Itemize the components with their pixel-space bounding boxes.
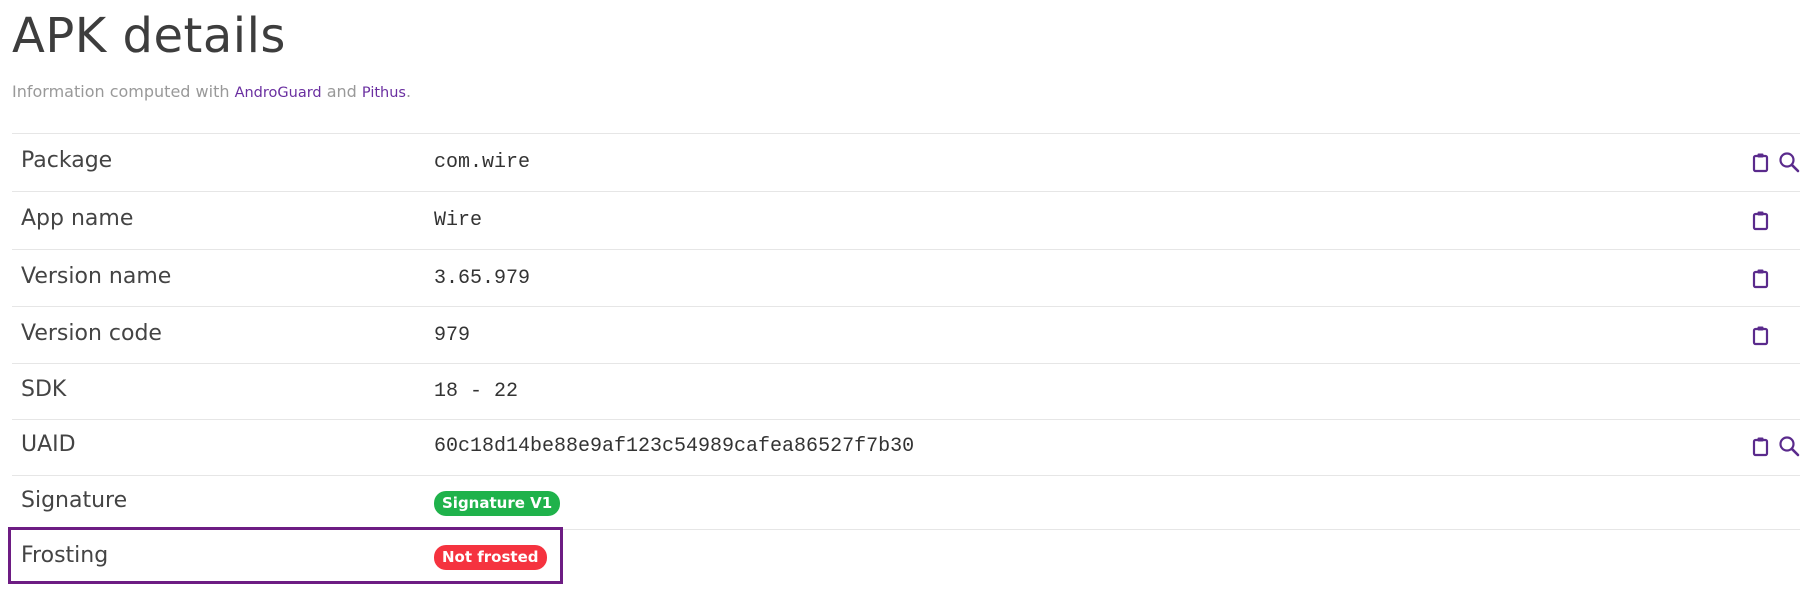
row-label: App name: [21, 206, 134, 231]
subtitle-prefix: Information computed with: [12, 82, 235, 101]
row-label: Version code: [21, 321, 162, 346]
clipboard-icon[interactable]: [1750, 209, 1772, 231]
search-icon[interactable]: [1778, 435, 1800, 457]
clipboard-icon[interactable]: [1750, 435, 1772, 457]
row-value: 979: [434, 324, 471, 347]
frosting-badge: Not frosted: [434, 545, 547, 570]
row-value: 18 - 22: [434, 380, 519, 403]
clipboard-icon[interactable]: [1750, 267, 1772, 289]
pithus-link[interactable]: Pithus: [362, 85, 406, 101]
table-row-package: Package com.wire: [12, 134, 1800, 192]
row-value: com.wire: [434, 151, 531, 174]
row-label: Version name: [21, 264, 172, 289]
table-row-version-name: Version name 3.65.979: [12, 250, 1800, 307]
row-label: SDK: [21, 377, 67, 402]
row-label: Frosting: [21, 543, 109, 568]
row-label: Signature: [21, 488, 128, 513]
androguard-link[interactable]: AndroGuard: [235, 85, 322, 101]
subtitle-and: and: [321, 82, 362, 101]
row-value: 3.65.979: [434, 267, 531, 290]
search-icon[interactable]: [1778, 151, 1800, 173]
subtitle-suffix: .: [405, 82, 412, 101]
page-title: APK details: [12, 8, 286, 64]
row-label: UAID: [21, 432, 76, 457]
row-value: 60c18d14be88e9af123c54989cafea86527f7b30: [434, 435, 915, 458]
page-subtitle: Information computed with AndroGuard and…: [12, 82, 411, 103]
table-row-frosting: Frosting Not frosted: [12, 530, 1800, 586]
table-row-app-name: App name Wire: [12, 192, 1800, 250]
row-value: Wire: [434, 209, 483, 232]
clipboard-icon[interactable]: [1750, 151, 1772, 173]
signature-badge: Signature V1: [434, 491, 561, 516]
apk-details-table: Package com.wire App name Wire Version n…: [12, 133, 1800, 586]
table-row-uaid: UAID 60c18d14be88e9af123c54989cafea86527…: [12, 420, 1800, 476]
row-label: Package: [21, 148, 113, 173]
table-row-signature: Signature Signature V1: [12, 476, 1800, 530]
table-row-version-code: Version code 979: [12, 307, 1800, 364]
clipboard-icon[interactable]: [1750, 324, 1772, 346]
table-row-sdk: SDK 18 - 22: [12, 364, 1800, 420]
